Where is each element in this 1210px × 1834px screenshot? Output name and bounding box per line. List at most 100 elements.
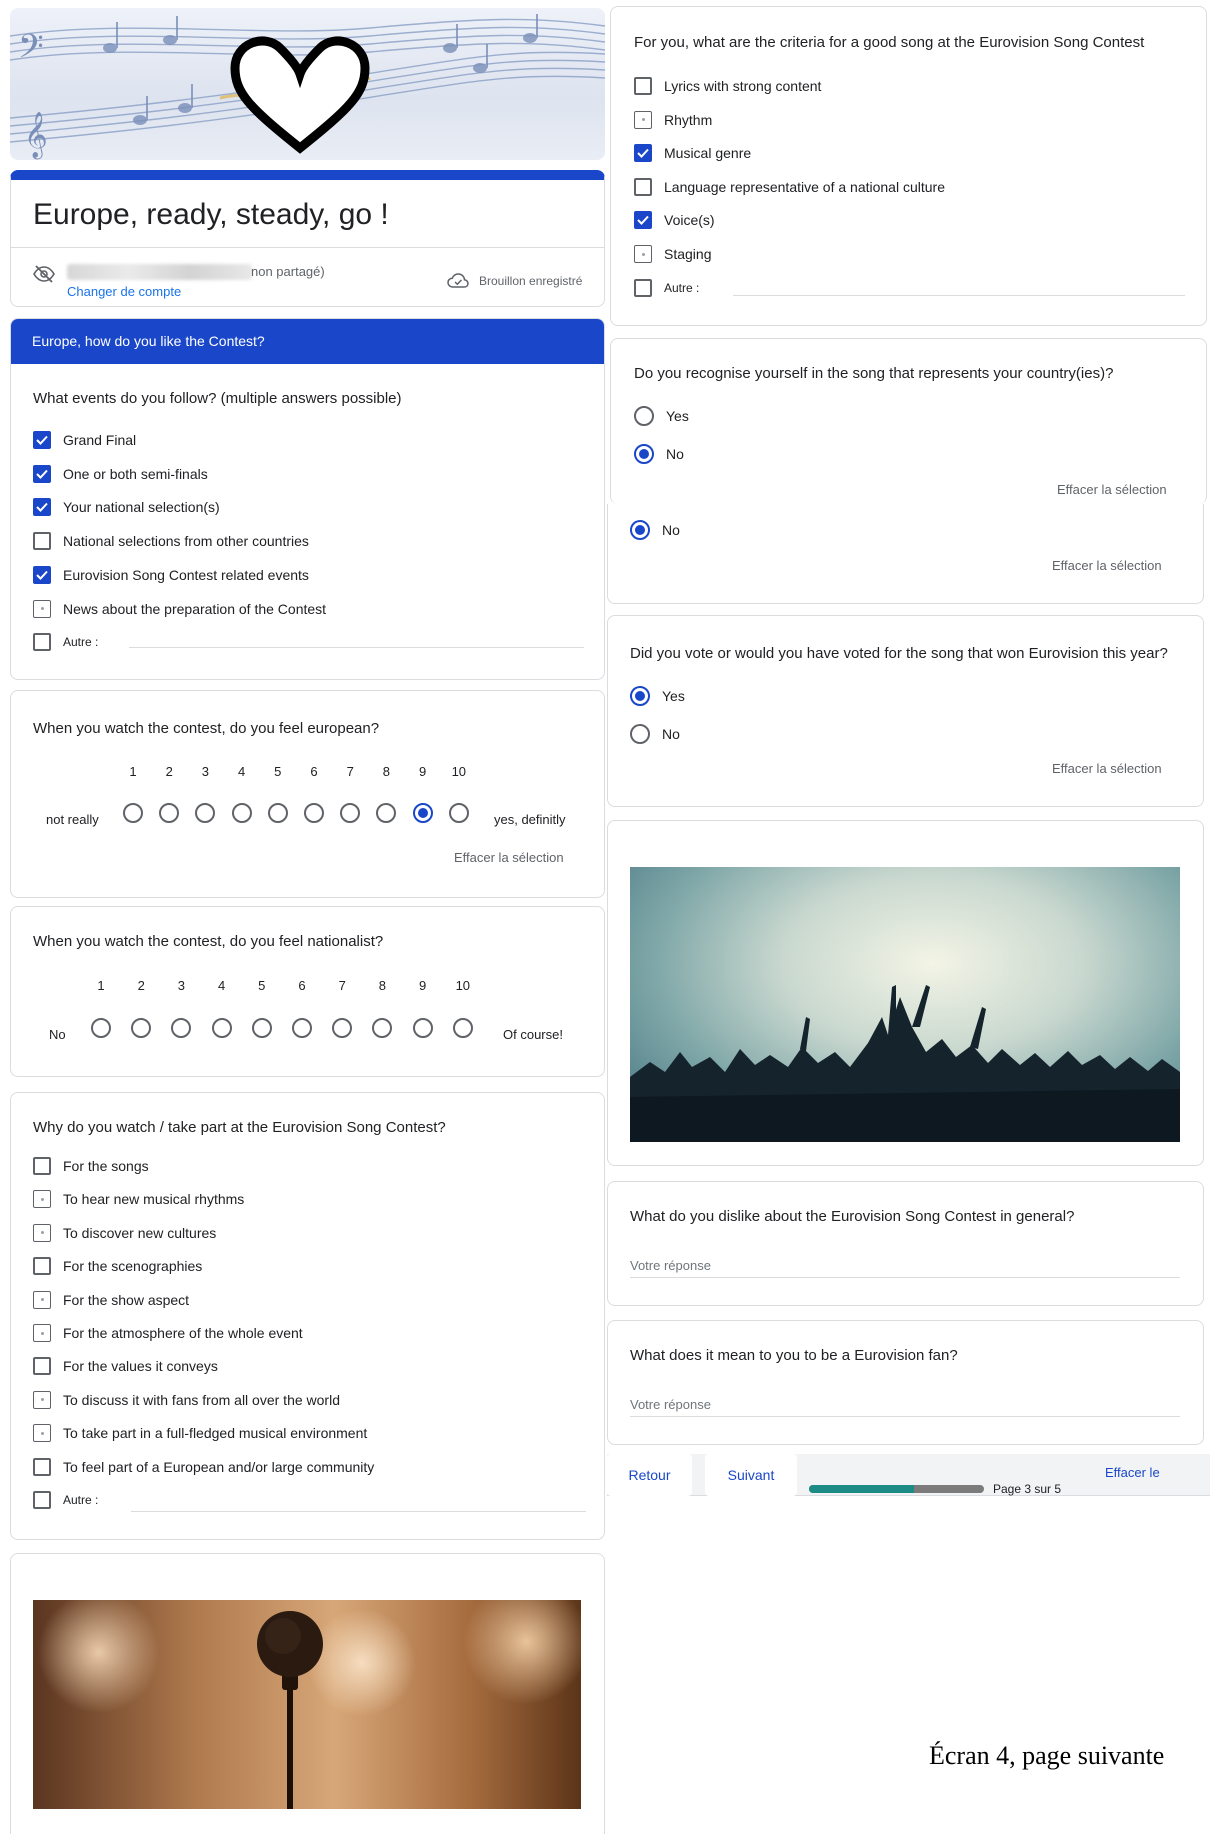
checkbox[interactable]	[33, 464, 51, 483]
checkbox-option[interactable]: Language representative of a national cu…	[634, 177, 945, 196]
scale-radio[interactable]	[332, 1018, 353, 1038]
checkbox[interactable]	[634, 144, 652, 163]
scale-radio[interactable]	[372, 1018, 393, 1038]
scale-radio[interactable]	[412, 803, 433, 823]
checkbox-option[interactable]: Your national selection(s)	[33, 498, 220, 517]
checkbox-option[interactable]: National selections from other countries	[33, 532, 309, 551]
checkbox-option[interactable]: Grand Final	[33, 431, 136, 449]
radio-button[interactable]	[630, 686, 650, 706]
checkbox[interactable]	[33, 1223, 51, 1242]
other-answer-line[interactable]	[733, 295, 1185, 296]
back-button[interactable]: Retour	[607, 1454, 692, 1496]
next-button[interactable]: Suivant	[705, 1454, 797, 1496]
answer-input[interactable]: Votre réponse	[630, 1258, 711, 1273]
checkbox[interactable]	[33, 1257, 51, 1276]
radio-option[interactable]: No	[634, 444, 684, 464]
scale-radio[interactable]	[195, 803, 216, 823]
checkbox-option[interactable]: Rhythm	[634, 110, 712, 129]
checkbox[interactable]	[33, 1190, 51, 1209]
scale-radio[interactable]	[91, 1018, 111, 1038]
checkbox[interactable]	[33, 1324, 51, 1342]
checkbox[interactable]	[33, 633, 51, 652]
checkbox[interactable]	[33, 532, 51, 551]
checkbox[interactable]	[634, 211, 652, 230]
option-label: Autre :	[63, 635, 99, 650]
scale-number: 1	[97, 978, 105, 993]
checkbox-option[interactable]: Autre :	[634, 278, 699, 297]
checkbox[interactable]	[634, 110, 652, 129]
checkbox-option[interactable]: One or both semi-finals	[33, 464, 208, 483]
clear-selection-button[interactable]: Effacer la sélection	[454, 850, 564, 865]
scale-radio[interactable]	[131, 1018, 152, 1038]
checkbox[interactable]	[33, 599, 51, 618]
checkbox[interactable]	[33, 1457, 51, 1476]
checkbox[interactable]	[33, 1357, 51, 1376]
checkbox[interactable]	[33, 1390, 51, 1409]
option-label: For the values it conveys	[63, 1358, 218, 1375]
scale-radio[interactable]	[376, 803, 397, 823]
checkbox-option[interactable]: For the values it conveys	[33, 1357, 218, 1376]
other-answer-line[interactable]	[131, 1511, 586, 1512]
scale-radio[interactable]	[340, 803, 361, 823]
scale-radio[interactable]	[304, 803, 324, 823]
scale-radio[interactable]	[267, 803, 288, 823]
clear-selection-button[interactable]: Effacer la sélection	[1052, 761, 1162, 776]
checkbox-option[interactable]: For the scenographies	[33, 1257, 202, 1276]
radio-option[interactable]: Yes	[634, 406, 689, 426]
scale-radio[interactable]	[211, 1018, 232, 1038]
progress-fill	[809, 1485, 914, 1493]
radio-option[interactable]: No	[630, 520, 680, 540]
radio-button[interactable]	[634, 406, 654, 426]
option-label: Eurovision Song Contest related events	[63, 566, 309, 583]
checkbox-option[interactable]: To hear new musical rhythms	[33, 1190, 244, 1209]
checkbox-option[interactable]: For the songs	[33, 1157, 149, 1175]
checkbox-option[interactable]: For the show aspect	[33, 1290, 189, 1309]
clear-form-button[interactable]: Effacer le	[1105, 1465, 1160, 1480]
checkbox[interactable]	[33, 1424, 51, 1443]
checkbox[interactable]	[634, 77, 652, 95]
answer-input[interactable]: Votre réponse	[630, 1397, 711, 1412]
checkbox[interactable]	[33, 1491, 51, 1509]
checkbox-option[interactable]: Autre :	[33, 1491, 98, 1509]
checkbox-option[interactable]: To discover new cultures	[33, 1223, 216, 1242]
checkbox[interactable]	[33, 1157, 51, 1175]
clear-selection-button[interactable]: Effacer la sélection	[1057, 482, 1167, 497]
question-card-recognise: Do you recognise yourself in the song th…	[610, 338, 1207, 504]
image-card-microphone	[10, 1553, 605, 1834]
radio-button[interactable]	[630, 724, 650, 744]
checkbox-option[interactable]: Eurovision Song Contest related events	[33, 565, 309, 584]
checkbox[interactable]	[634, 177, 652, 196]
checkbox[interactable]	[634, 245, 652, 263]
checkbox-option[interactable]: Voice(s)	[634, 211, 715, 230]
checkbox[interactable]	[33, 498, 51, 517]
scale-radio[interactable]	[251, 1018, 272, 1038]
radio-option[interactable]: No	[630, 724, 680, 744]
checkbox-option[interactable]: To discuss it with fans from all over th…	[33, 1390, 340, 1409]
checkbox-option[interactable]: To feel part of a European and/or large …	[33, 1457, 374, 1476]
scale-radio[interactable]	[123, 803, 143, 823]
scale-radio[interactable]	[231, 803, 252, 823]
checkbox[interactable]	[33, 1290, 51, 1309]
scale-radio[interactable]	[452, 1018, 473, 1038]
change-account-link[interactable]: Changer de compte	[67, 284, 181, 299]
checkbox-option[interactable]: Lyrics with strong content	[634, 77, 821, 95]
scale-radio[interactable]	[159, 803, 180, 823]
checkbox-option[interactable]: For the atmosphere of the whole event	[33, 1324, 303, 1342]
scale-radio[interactable]	[171, 1018, 192, 1038]
checkbox-option[interactable]: Staging	[634, 245, 711, 263]
checkbox[interactable]	[33, 431, 51, 449]
checkbox[interactable]	[634, 278, 652, 297]
checkbox-option[interactable]: To take part in a full-fledged musical e…	[33, 1424, 367, 1443]
checkbox[interactable]	[33, 565, 51, 584]
checkbox-option[interactable]: Musical genre	[634, 144, 751, 163]
scale-radio[interactable]	[412, 1018, 433, 1038]
clear-selection-button[interactable]: Effacer la sélection	[1052, 558, 1162, 573]
radio-option[interactable]: Yes	[630, 686, 685, 706]
scale-radio[interactable]	[448, 803, 469, 823]
checkbox-option[interactable]: News about the preparation of the Contes…	[33, 599, 326, 618]
radio-button[interactable]	[630, 520, 650, 540]
radio-button[interactable]	[634, 444, 654, 464]
checkbox-option[interactable]: Autre :	[33, 633, 99, 652]
other-answer-line[interactable]	[129, 647, 584, 648]
scale-radio[interactable]	[292, 1018, 312, 1038]
